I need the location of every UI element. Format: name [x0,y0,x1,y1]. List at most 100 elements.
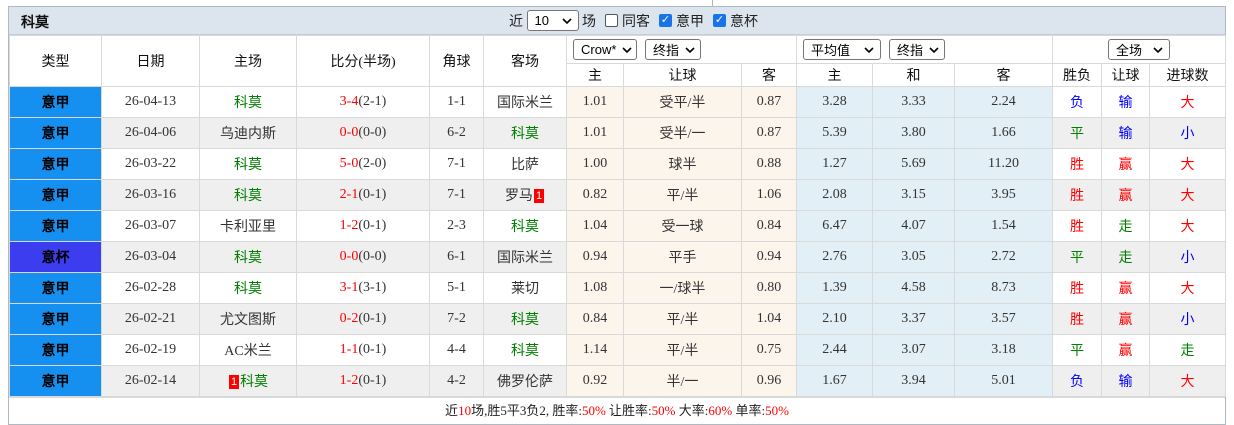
type-cell: 意甲 [9,272,102,304]
col-header-date: 日期 [101,35,200,87]
recent-count-select[interactable]: 10 [526,10,579,31]
result-goals: 大 [1149,179,1227,211]
type-cell: 意甲 [9,179,102,211]
home-team-cell: 科莫 [199,272,297,304]
crow-handicap: 半/一 [623,365,742,397]
avg-away-odds: 3.18 [953,334,1054,366]
avg-draw-odds: 3.37 [872,303,955,335]
match-row: 意甲 26-03-22 科莫 5-0(2-0) 7-1 比萨 1.00 球半 0.88 1.27 5… [9,148,1227,180]
match-row: 意甲 26-02-21 尤文图斯 0-2(0-1) 7-2 科莫 0.84 平/半 1.04 2.… [9,303,1227,335]
away-team-cell: 罗马 1 [483,179,567,211]
away-team-cell: 国际米兰 [483,241,567,273]
odds-time-select-1[interactable]: 终指 [645,39,701,60]
result-goals: 小 [1149,303,1227,335]
avg-away-odds: 8.73 [953,272,1054,304]
summary-segment: 大率: [675,403,709,418]
avg-draw-odds: 3.94 [872,365,955,397]
match-row: 意甲 26-02-19 AC米兰 1-1(0-1) 4-4 科莫 1.14 平/半 0.75 2.… [9,334,1227,366]
crow-home-odds: 1.00 [566,148,624,180]
team-name: 卡利亚里 [220,220,276,235]
team-name: 国际米兰 [497,96,553,111]
result-goals: 小 [1149,241,1227,273]
result-handicap: 赢 [1101,303,1151,335]
home-team-cell: 科莫 [199,179,297,211]
avg-home-odds: 1.27 [796,148,873,180]
date-cell: 26-03-04 [101,241,200,273]
serie-a-checkbox-group: 意甲 [659,11,704,31]
summary-segment: 50% [651,403,676,418]
crow-away-odds: 0.88 [741,148,797,180]
date-cell: 26-04-13 [101,86,200,118]
summary-segment: 10 [458,403,472,418]
type-cell: 意甲 [9,210,102,242]
team-title: 科莫 [21,16,49,31]
odds-time-select-2[interactable]: 终指 [889,39,945,60]
chevron-down-icon [685,46,695,53]
team-name: AC米兰 [224,344,272,359]
date-cell: 26-03-22 [101,148,200,180]
crow-away-odds: 0.87 [741,117,797,149]
team-name: 莱切 [511,282,539,297]
score-cell: 5-0(2-0) [296,148,430,180]
result-outcome: 平 [1052,241,1103,273]
crow-handicap: 受一球 [623,210,742,242]
crow-away-odds: 0.96 [741,365,797,397]
date-cell: 26-02-28 [101,272,200,304]
away-team-cell: 科莫 [483,210,567,242]
avg-away-odds: 1.66 [953,117,1054,149]
type-cell: 意甲 [9,334,102,366]
summary-segment: 单率: [732,403,766,418]
same-away-checkbox[interactable] [605,14,618,27]
away-team-cell: 国际米兰 [483,86,567,118]
halftime-score: (2-1) [358,94,387,109]
corner-cell: 7-2 [429,303,484,335]
title-bar: 科莫 近 10 场 同客 意甲 意杯 [9,7,1225,35]
result-handicap: 赢 [1101,148,1151,180]
corner-cell: 5-1 [429,272,484,304]
result-handicap: 赢 [1101,272,1151,304]
average-select[interactable]: 平均值 [803,39,881,60]
score-cell: 2-1(0-1) [296,179,430,211]
result-outcome: 平 [1052,334,1103,366]
type-cell: 意甲 [9,148,102,180]
checkbox-label: 同客 [622,14,650,30]
crow-home-odds: 1.01 [566,117,624,149]
avg-draw-odds: 4.07 [872,210,955,242]
away-team-cell: 比萨 [483,148,567,180]
avg-home-odds: 1.67 [796,365,873,397]
fulltime-score: 5-0 [339,156,359,171]
crow-home-odds: 0.82 [566,179,624,211]
recent-suffix-label: 场 [582,14,596,30]
subcol-result-goals: 进球数 [1149,63,1227,87]
team-name: 科莫 [511,344,539,359]
crow-home-odds: 1.04 [566,210,624,242]
home-team-cell: 卡利亚里 [199,210,297,242]
team-name: 佛罗伦萨 [497,375,553,390]
fulltime-score: 1-2 [339,218,359,233]
crow-handicap: 受半/一 [623,117,742,149]
corner-cell: 7-1 [429,148,484,180]
result-group-header: 全场 [1052,35,1227,64]
summary-segment: 60% [708,403,733,418]
fulltime-select[interactable]: 全场 [1108,39,1171,60]
serie-a-checkbox[interactable] [659,14,672,27]
crow-handicap: 一/球半 [623,272,742,304]
crow-handicap: 平/半 [623,179,742,211]
summary-text: 近10场,胜5平3负2, 胜率:50% 让胜率:50% 大率:60% 单率:50… [445,403,789,418]
result-handicap: 输 [1101,117,1151,149]
crow-handicap: 球半 [623,148,742,180]
avg-away-odds: 2.24 [953,86,1054,118]
avg-home-odds: 6.47 [796,210,873,242]
red-badge: 1 [228,375,240,389]
italy-cup-checkbox[interactable] [713,14,726,27]
corner-cell: 6-2 [429,117,484,149]
result-handicap: 走 [1101,241,1151,273]
bookmaker-select[interactable]: Crow* [573,39,637,60]
red-badge: 1 [533,189,545,203]
match-row: 意甲 26-02-14 1 科莫 1-2(0-1) 4-2 佛罗伦萨 0.92 半/一 0.96 1… [9,365,1227,397]
avg-away-odds: 3.57 [953,303,1054,335]
result-outcome: 胜 [1052,179,1103,211]
corner-cell: 6-1 [429,241,484,273]
fulltime-score: 0-0 [339,249,359,264]
avg-draw-odds: 3.33 [872,86,955,118]
